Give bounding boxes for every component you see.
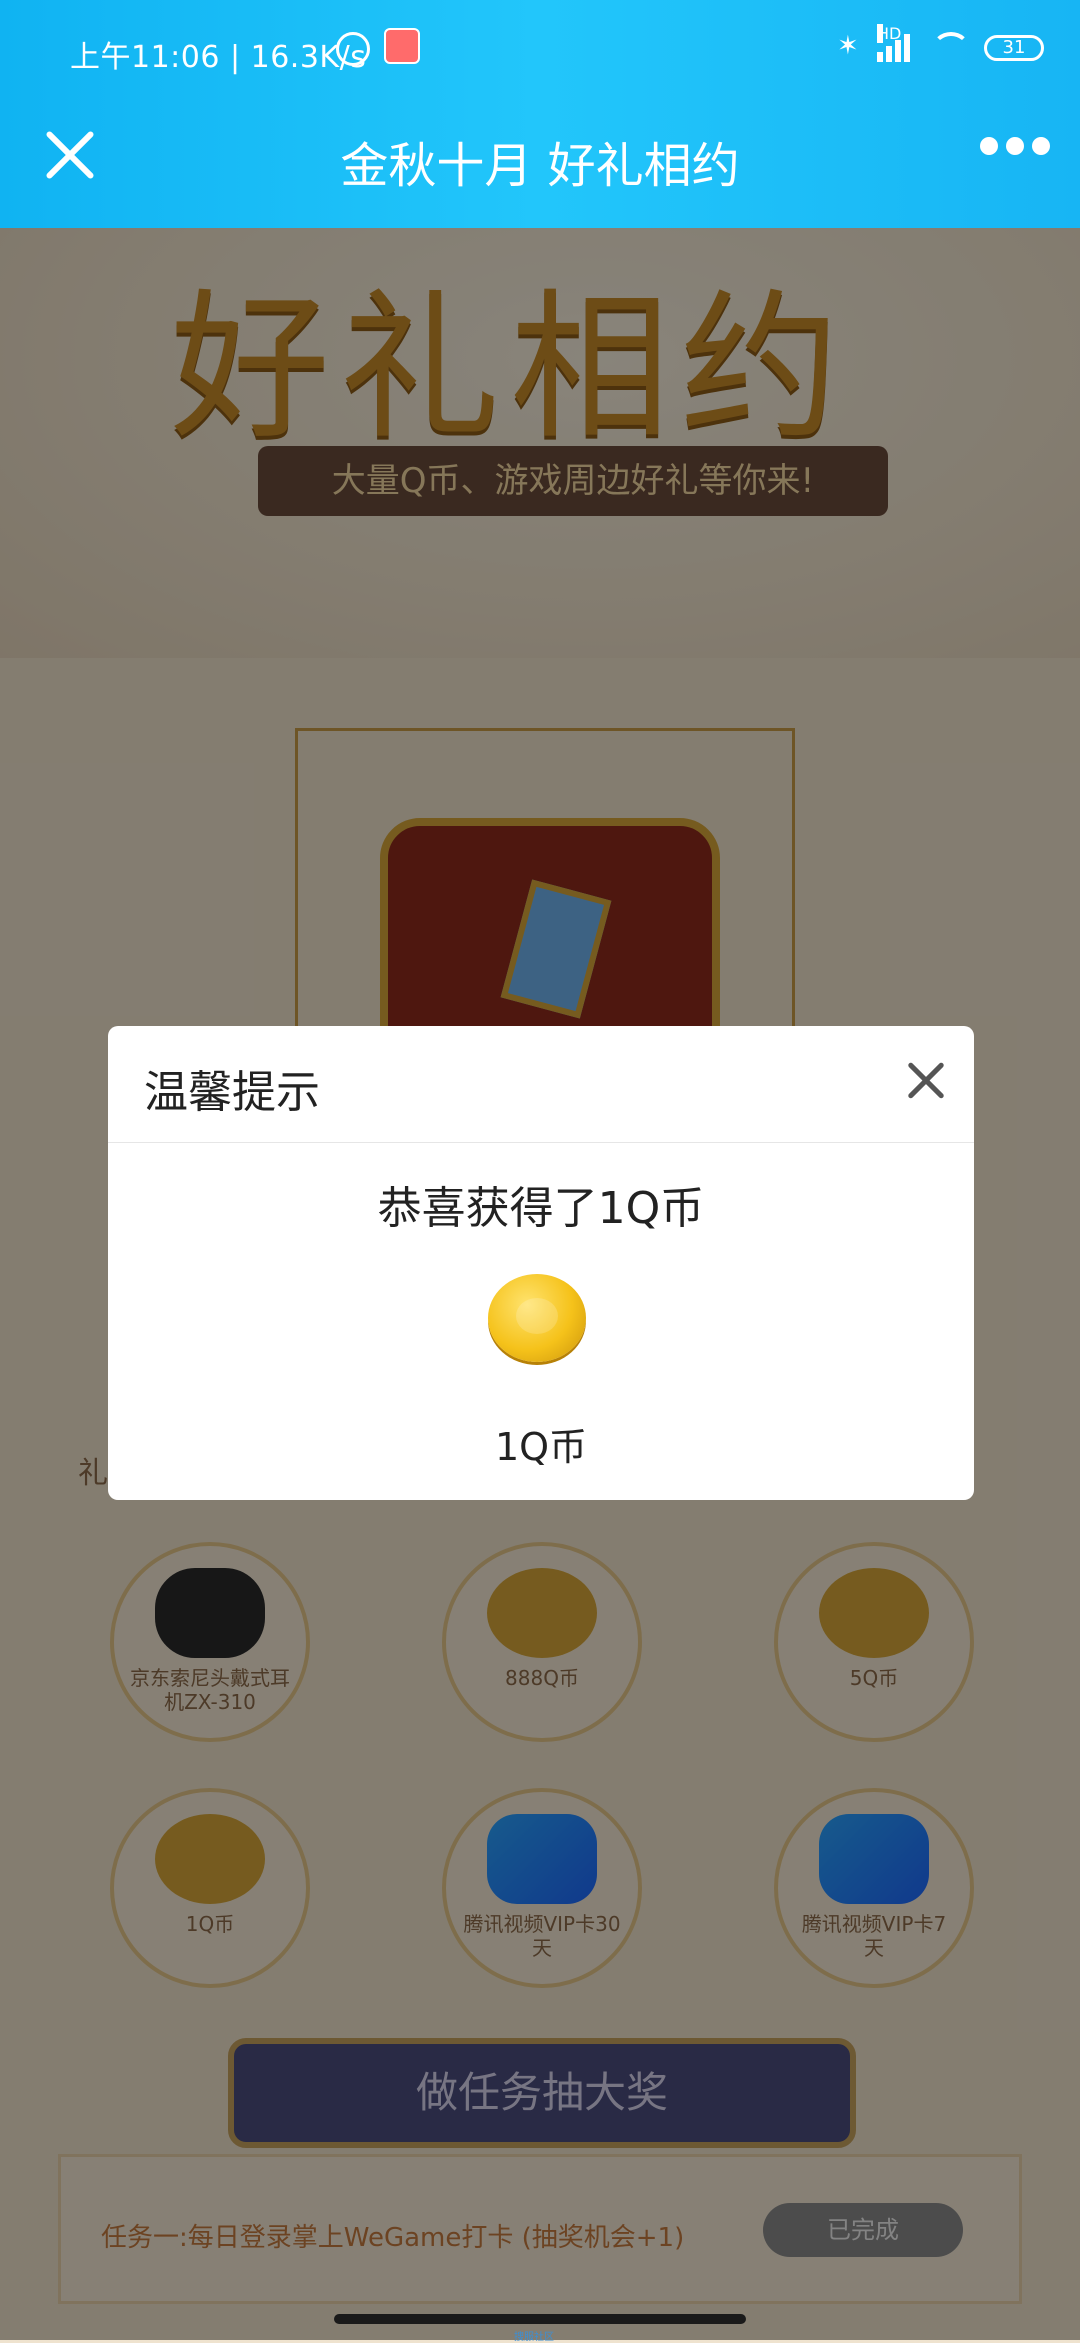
- wifi-icon: [926, 32, 970, 64]
- close-icon[interactable]: [906, 1060, 946, 1100]
- app-avatar-icon: [384, 28, 420, 64]
- page-title: 金秋十月 好礼相约: [340, 138, 740, 194]
- alarm-icon: [336, 32, 370, 66]
- status-bar: 上午11:06 | 16.3K/s HD 31: [0, 0, 1080, 104]
- signal-icon: HD: [877, 24, 910, 62]
- status-time: 上午11:06 | 16.3K/s: [70, 40, 367, 75]
- top-bar: 上午11:06 | 16.3K/s HD 31 金秋十月 好礼相约: [0, 0, 1080, 228]
- reward-dialog: 温馨提示 恭喜获得了1Q币 1Q币: [108, 1026, 974, 1500]
- dialog-title: 温馨提示: [144, 1067, 320, 1118]
- watermark-text: 搜服社区: [514, 2332, 554, 2343]
- status-icons: HD 31: [837, 24, 1044, 68]
- hd-label: HD: [877, 24, 902, 43]
- dialog-header: 温馨提示: [108, 1026, 974, 1143]
- navigation-bar: 金秋十月 好礼相约: [0, 104, 1080, 228]
- more-options-icon[interactable]: [980, 136, 1050, 156]
- home-indicator[interactable]: [334, 2314, 746, 2324]
- dialog-message: 恭喜获得了1Q币: [377, 1183, 705, 1234]
- bluetooth-icon: [837, 31, 861, 65]
- dialog-prize-label: 1Q币: [494, 1425, 588, 1469]
- q-coin-icon: [488, 1274, 586, 1362]
- battery-icon: 31: [984, 35, 1044, 61]
